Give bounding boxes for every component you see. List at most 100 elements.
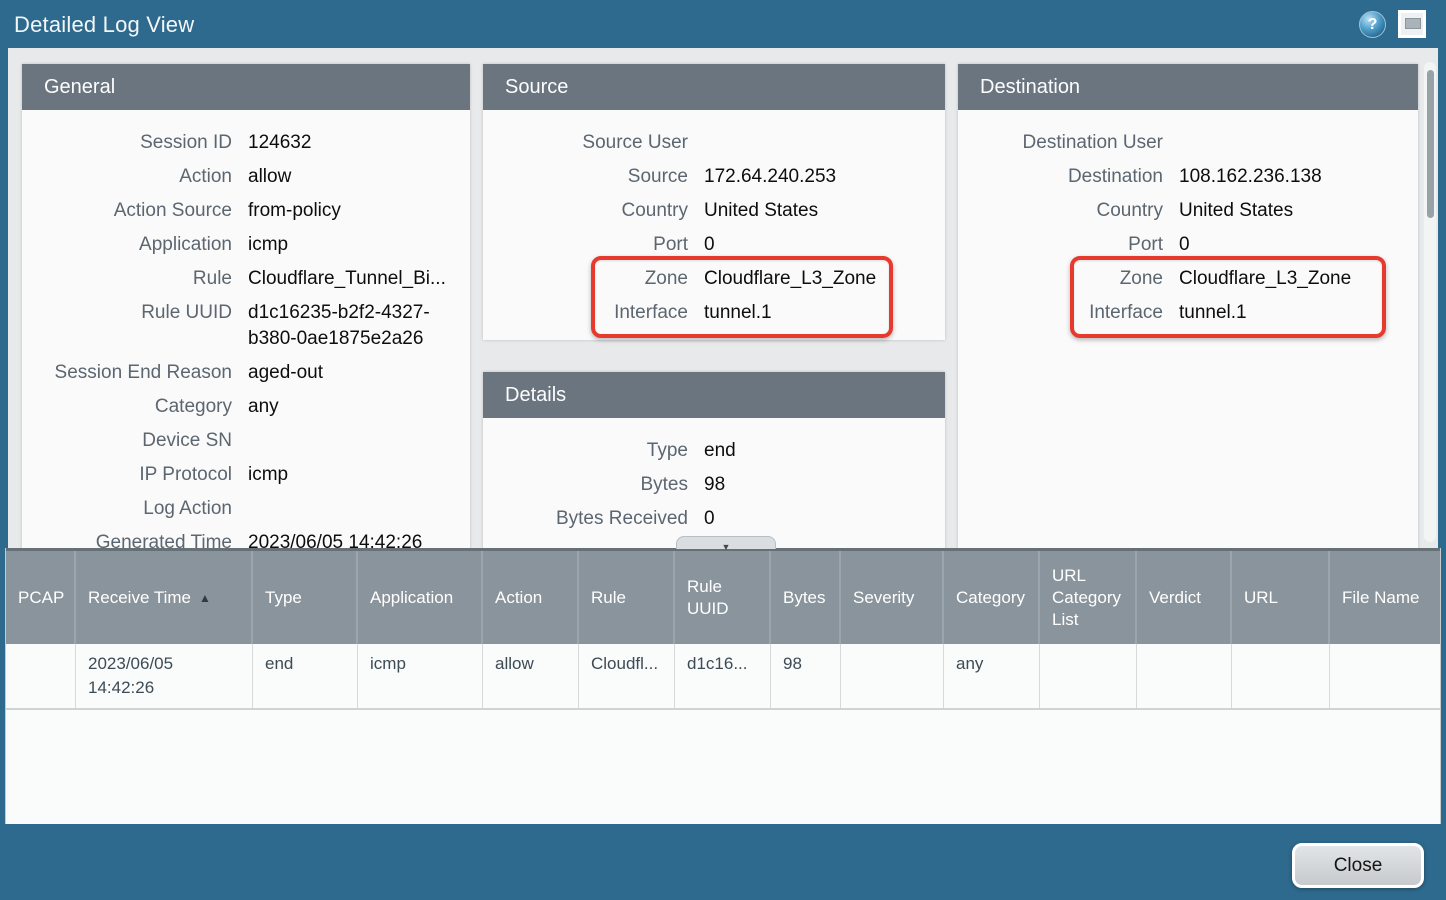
panel-table-splitter[interactable]: ▼ [676, 536, 776, 549]
field-value: United States [1179, 198, 1404, 224]
field-row: Actionallow [22, 160, 470, 194]
column-header-application[interactable]: Application [358, 551, 483, 644]
field-row: Source User [483, 126, 945, 160]
field-label: Interface [483, 300, 688, 326]
field-label: Generated Time [22, 530, 232, 548]
cell-verdict [1137, 644, 1232, 708]
field-value: 0 [704, 232, 931, 258]
general-panel: General Session ID124632 Actionallow Act… [22, 64, 470, 548]
column-header-category[interactable]: Category [944, 551, 1040, 644]
field-value: d1c16235-b2f2-4327-b380-0ae1875e2a26 [248, 300, 456, 352]
column-header-type[interactable]: Type [253, 551, 358, 644]
field-label: Category [22, 394, 232, 420]
cell-severity [841, 644, 944, 708]
field-label: Destination User [958, 130, 1163, 156]
field-row: Session ID124632 [22, 126, 470, 160]
vertical-scrollbar-thumb[interactable] [1427, 70, 1434, 218]
field-value: Cloudflare_L3_Zone [1179, 266, 1404, 292]
column-header-pcap[interactable]: PCAP [6, 551, 76, 644]
column-header-bytes[interactable]: Bytes [771, 551, 841, 644]
column-header-label: Severity [853, 587, 914, 609]
field-value: 172.64.240.253 [704, 164, 931, 190]
field-label: Action [22, 164, 232, 190]
field-row: CountryUnited States [483, 194, 945, 228]
field-label: Country [483, 198, 688, 224]
dialog-footer: Close [0, 824, 1446, 900]
field-label: Source User [483, 130, 688, 156]
field-row: Destination108.162.236.138 [958, 160, 1418, 194]
general-panel-body: Session ID124632 Actionallow Action Sour… [22, 110, 470, 548]
field-value [248, 428, 456, 454]
field-row: Bytes98 [483, 468, 945, 502]
field-value: tunnel.1 [704, 300, 931, 326]
column-header-label: URL Category List [1052, 565, 1123, 631]
field-value: from-policy [248, 198, 456, 224]
cell-receive-time: 2023/06/05 14:42:26 [76, 644, 253, 708]
field-value: Cloudflare_Tunnel_Bi... [248, 266, 456, 292]
field-row: Interface tunnel.1 [958, 296, 1418, 330]
column-header-label: URL [1244, 587, 1278, 609]
field-label: Port [958, 232, 1163, 258]
field-label: Country [958, 198, 1163, 224]
general-panel-header: General [22, 64, 470, 110]
chevron-down-icon: ▼ [722, 542, 731, 553]
field-row: Categoryany [22, 390, 470, 424]
vertical-scrollbar-track[interactable] [1424, 62, 1436, 542]
column-header-file-name[interactable]: File Name [1330, 551, 1440, 644]
column-header-url-category-list[interactable]: URL Category List [1040, 551, 1137, 644]
close-button[interactable]: Close [1292, 843, 1424, 888]
window-icon[interactable] [1398, 10, 1426, 38]
field-row: Session End Reasonaged-out [22, 356, 470, 390]
log-table-header-row: PCAP Receive Time ▲ Type Application Acti… [6, 548, 1440, 644]
field-value: icmp [248, 232, 456, 258]
column-header-receive-time[interactable]: Receive Time ▲ [76, 551, 253, 644]
column-header-label: Application [370, 587, 453, 609]
page-title: Detailed Log View [14, 12, 194, 38]
log-table: PCAP Receive Time ▲ Type Application Acti… [5, 548, 1441, 824]
cell-url-category-list [1040, 644, 1137, 708]
field-value: end [704, 438, 931, 464]
field-row: RuleCloudflare_Tunnel_Bi... [22, 262, 470, 296]
cell-rule: Cloudfl... [579, 644, 675, 708]
field-value: Cloudflare_L3_Zone [704, 266, 931, 292]
cell-type: end [253, 644, 358, 708]
column-header-url[interactable]: URL [1232, 551, 1330, 644]
sort-ascending-icon: ▲ [199, 587, 211, 609]
field-label: Rule UUID [22, 300, 232, 352]
column-header-rule[interactable]: Rule [579, 551, 675, 644]
column-header-label: Receive Time [88, 587, 191, 609]
field-value [1179, 130, 1404, 156]
dialog-titlebar: Detailed Log View ? [0, 0, 1446, 48]
column-header-label: PCAP [18, 587, 64, 609]
column-header-label: Action [495, 587, 542, 609]
source-panel-body: Source User Source172.64.240.253 Country… [483, 110, 945, 330]
field-row: Destination User [958, 126, 1418, 160]
cell-category: any [944, 644, 1040, 708]
field-label: Port [483, 232, 688, 258]
column-header-severity[interactable]: Severity [841, 551, 944, 644]
field-row: Device SN [22, 424, 470, 458]
column-header-action[interactable]: Action [483, 551, 579, 644]
field-row: Bytes Received 0 [483, 502, 945, 536]
field-label: Device SN [22, 428, 232, 454]
details-panel-body: Typeend Bytes98 Bytes Received0 [483, 418, 945, 536]
column-header-label: Rule [591, 587, 626, 609]
field-label: Interface [958, 300, 1163, 326]
source-panel: Source Source User Source172.64.240.253 … [483, 64, 945, 340]
column-header-label: Verdict [1149, 587, 1201, 609]
column-header-rule-uuid[interactable]: Rule UUID [675, 551, 771, 644]
column-header-verdict[interactable]: Verdict [1137, 551, 1232, 644]
cell-bytes: 98 [771, 644, 841, 708]
field-value: 98 [704, 472, 931, 498]
field-value: 0 [704, 506, 931, 532]
field-row: Zone Cloudflare_L3_Zone [958, 262, 1418, 296]
field-value: tunnel.1 [1179, 300, 1404, 326]
field-label: Bytes Received [483, 506, 688, 532]
field-label: Zone [958, 266, 1163, 292]
cell-file-name [1330, 644, 1440, 708]
help-icon[interactable]: ? [1359, 11, 1386, 38]
field-value: 124632 [248, 130, 456, 156]
table-row[interactable]: 2023/06/05 14:42:26 end icmp allow Cloud… [6, 644, 1440, 710]
field-value: icmp [248, 462, 456, 488]
cell-rule-uuid: d1c16... [675, 644, 771, 708]
